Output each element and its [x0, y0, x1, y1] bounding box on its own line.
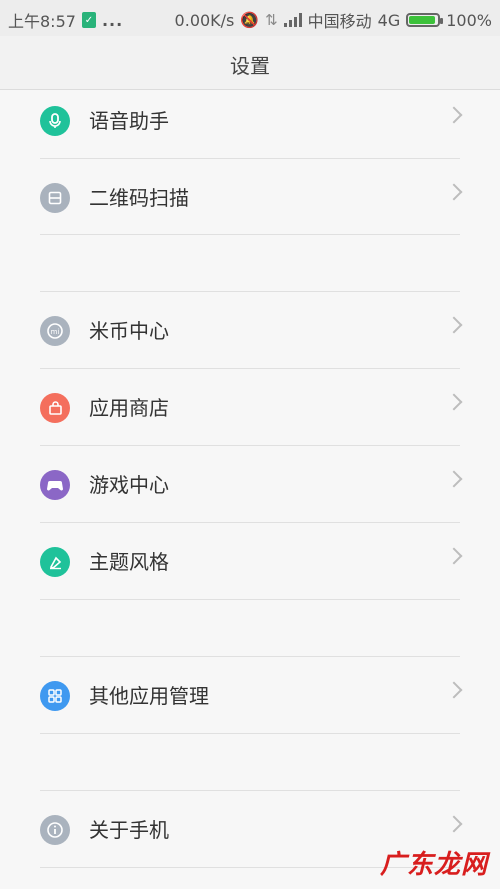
settings-row-theme[interactable]: 主题风格	[0, 522, 500, 600]
chevron-right-icon	[445, 183, 463, 201]
info-icon	[40, 815, 70, 845]
signal-strength-icon	[283, 13, 302, 27]
chevron-right-icon	[445, 470, 463, 488]
row-label: 其他应用管理	[89, 684, 209, 708]
settings-row-app-store[interactable]: 应用商店	[0, 368, 500, 446]
grid-icon	[40, 681, 70, 711]
chevron-right-icon	[445, 316, 463, 334]
row-label: 关于手机	[89, 818, 169, 842]
watermark-logo: 广东龙网	[379, 850, 488, 880]
row-label: 应用商店	[89, 396, 169, 420]
status-left: 上午8:57 ✓ ...	[8, 8, 123, 32]
battery-fill	[409, 16, 436, 24]
status-bar: 上午8:57 ✓ ... 0.00K/s 🔕 ⇅ 中国移动 4G 100%	[0, 0, 500, 36]
qr-scan-icon	[40, 183, 70, 213]
microphone-icon	[40, 106, 70, 136]
notification-dots: ...	[101, 10, 124, 30]
chevron-right-icon	[445, 393, 463, 411]
status-right: 0.00K/s 🔕 ⇅ 中国移动 4G 100%	[175, 8, 492, 32]
network-speed: 0.00K/s	[174, 10, 235, 30]
settings-row-qr-scan[interactable]: 二维码扫描	[0, 158, 500, 236]
divider	[40, 733, 460, 734]
settings-row-game-center[interactable]: 游戏中心	[0, 445, 500, 523]
data-transfer-icon: ⇅	[265, 11, 278, 29]
shopping-bag-icon	[40, 393, 70, 423]
row-label: 米币中心	[89, 319, 169, 343]
chevron-right-icon	[445, 106, 463, 124]
divider	[40, 234, 460, 235]
row-label: 语音助手	[89, 109, 169, 133]
row-label: 游戏中心	[89, 473, 169, 497]
settings-row-other-apps[interactable]: 其他应用管理	[0, 656, 500, 734]
row-label: 二维码扫描	[89, 186, 189, 210]
divider	[40, 599, 460, 600]
page-title: 设置	[230, 54, 270, 78]
battery-percent: 100%	[446, 10, 492, 30]
settings-row-mi-coin[interactable]: mi 米币中心	[0, 291, 500, 369]
status-time: 上午8:57	[8, 12, 76, 31]
carrier-name: 中国移动	[307, 12, 372, 31]
gamepad-icon	[40, 470, 70, 500]
chevron-right-icon	[445, 681, 463, 699]
mute-bell-icon: 🔕	[240, 11, 260, 29]
row-label: 主题风格	[89, 550, 169, 574]
svg-text:mi: mi	[51, 328, 60, 336]
security-shield-icon: ✓	[81, 12, 96, 28]
chevron-right-icon	[445, 815, 463, 833]
network-type: 4G	[377, 10, 401, 30]
battery-icon	[406, 13, 444, 27]
settings-row-voice-assistant[interactable]: 语音助手	[0, 81, 500, 159]
brush-icon	[40, 547, 70, 577]
mi-coin-icon: mi	[40, 316, 70, 346]
chevron-right-icon	[445, 547, 463, 565]
